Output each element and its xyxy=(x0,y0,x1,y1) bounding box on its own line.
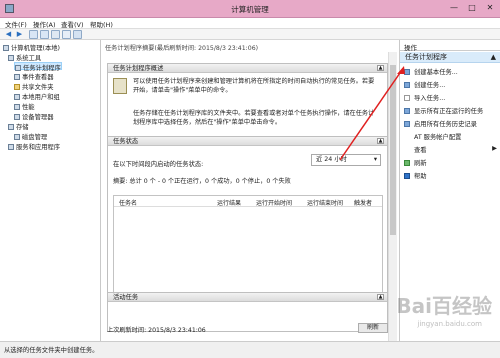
menu-bar: 文件(F) 操作(A) 查看(V) 帮助(H) xyxy=(0,18,500,29)
tree-disk-management[interactable]: 磁盘管理 xyxy=(14,132,47,141)
show-hide-tree-icon[interactable] xyxy=(40,30,49,39)
action-at-service[interactable]: AT 服务帐户配置 xyxy=(404,132,461,141)
tree-root[interactable]: 计算机管理(本地) xyxy=(3,43,60,52)
action-show-running[interactable]: 显示所有正在运行的任务 xyxy=(404,106,483,115)
tree-storage[interactable]: 存储 xyxy=(8,122,29,131)
menu-help[interactable]: 帮助(H) xyxy=(90,19,113,29)
overview-text-1: 可以使用任务计划程序来创建和管理计算机将在所指定的时间自动执行的常见任务。若要开… xyxy=(133,78,375,94)
action-import-task[interactable]: 导入任务... xyxy=(404,93,445,102)
tree-services[interactable]: 服务和应用程序 xyxy=(8,142,60,151)
import-icon xyxy=(404,95,410,101)
clock-task-icon xyxy=(113,78,127,94)
status-section: 任务状态 ▲ 在以下时间段内启动的任务状态: 近 24 小时 ▾ 摘要: 总计 0 … xyxy=(107,136,388,304)
menu-view[interactable]: 查看(V) xyxy=(61,19,84,29)
console-tree: 计算机管理(本地) 系统工具 任务计划程序 事件查看器 共享文件夹 本地用户和组… xyxy=(0,40,101,341)
back-icon[interactable]: ◀ xyxy=(4,30,13,39)
event-icon xyxy=(14,74,20,80)
title-bar: 计算机管理 — □ ✕ xyxy=(0,0,500,18)
status-summary: 摘要: 总计 0 个 - 0 个正在运行，0 个成功，0 个停止，0 个失败 xyxy=(113,178,291,185)
clock-icon xyxy=(15,65,21,71)
period-select[interactable]: 近 24 小时 ▾ xyxy=(311,154,381,166)
running-tasks-icon xyxy=(404,108,410,114)
action-create-basic-task[interactable]: 创建基本任务... xyxy=(404,67,458,76)
task-table: 任务名 运行结果 运行开始时间 运行结束时间 触发者 xyxy=(113,195,383,301)
status-period-label: 在以下时间段内启动的任务状态: xyxy=(113,161,204,168)
tree-performance[interactable]: 性能 xyxy=(14,102,35,111)
status-header[interactable]: 任务状态 ▲ xyxy=(108,137,387,146)
tools-icon xyxy=(8,55,14,61)
computer-icon xyxy=(3,45,9,51)
refresh-button[interactable]: 刷新 xyxy=(358,323,388,333)
toolbar: ◀ ▶ xyxy=(0,29,500,40)
col-result[interactable]: 运行结果 xyxy=(217,198,241,207)
minimize-button[interactable]: — xyxy=(446,2,462,14)
create-task-icon xyxy=(404,82,410,88)
menu-action[interactable]: 操作(A) xyxy=(33,19,56,29)
services-icon xyxy=(8,144,14,150)
maximize-button[interactable]: □ xyxy=(464,2,480,14)
history-icon xyxy=(404,121,410,127)
center-pane: 任务计划程序摘要(最后刷新时间: 2015/8/3 23:41:06) 任务计划… xyxy=(102,40,398,341)
action-refresh[interactable]: 刷新 xyxy=(404,158,427,167)
action-view[interactable]: 查看 ▶ xyxy=(404,145,497,154)
chevron-down-icon: ▾ xyxy=(373,156,377,163)
summary-header: 任务计划程序摘要(最后刷新时间: 2015/8/3 23:41:06) xyxy=(105,45,259,52)
overview-text-2: 任务存储在任务计划程序库的文件夹中。若要查看或者对单个任务执行操作，请在任务计划… xyxy=(133,110,375,126)
actions-header: 操作 xyxy=(400,42,500,52)
device-icon xyxy=(14,114,20,120)
action-enable-history[interactable]: 启用所有任务历史记录 xyxy=(404,119,477,128)
help-icon[interactable] xyxy=(62,30,71,39)
create-basic-task-icon xyxy=(404,69,410,75)
caret-up-icon: ▲ xyxy=(490,53,496,61)
close-button[interactable]: ✕ xyxy=(482,2,498,14)
blank-icon xyxy=(404,147,410,153)
folder-icon xyxy=(14,84,20,90)
tree-task-scheduler[interactable]: 任务计划程序 xyxy=(14,62,62,72)
watermark-logo: Bai百经验 xyxy=(396,294,492,318)
col-end-time[interactable]: 运行结束时间 xyxy=(307,198,343,207)
tree-device-manager[interactable]: 设备管理器 xyxy=(14,112,53,121)
collapse-icon[interactable]: ▲ xyxy=(377,138,384,144)
collapse-icon[interactable]: ▲ xyxy=(377,65,384,71)
tree-local-users[interactable]: 本地用户和组 xyxy=(14,92,60,101)
status-bar: 从选择的任务文件夹中创建任务。 xyxy=(0,341,500,358)
submenu-arrow-icon: ▶ xyxy=(492,145,497,152)
window-title: 计算机管理 xyxy=(231,5,269,14)
properties-icon[interactable] xyxy=(51,30,60,39)
overview-header[interactable]: 任务计划程序概述 ▲ xyxy=(108,64,387,73)
tree-event-viewer[interactable]: 事件查看器 xyxy=(14,72,53,81)
col-task-name[interactable]: 任务名 xyxy=(119,198,137,207)
action-help[interactable]: 帮助 xyxy=(404,171,427,180)
col-trigger[interactable]: 触发者 xyxy=(354,198,372,207)
scroll-thumb[interactable] xyxy=(390,65,396,235)
tree-system-tools[interactable]: 系统工具 xyxy=(8,53,41,62)
action-create-task[interactable]: 创建任务... xyxy=(404,80,445,89)
performance-icon xyxy=(14,104,20,110)
table-header: 任务名 运行结果 运行开始时间 运行结束时间 触发者 xyxy=(114,196,382,207)
col-start-time[interactable]: 运行开始时间 xyxy=(256,198,292,207)
users-icon xyxy=(14,94,20,100)
active-header[interactable]: 活动任务 ▲ xyxy=(108,293,387,302)
watermark-url: jingyan.baidu.com xyxy=(417,320,482,328)
disk-icon xyxy=(14,134,20,140)
last-refresh-label: 上次刷新时间: 2015/8/3 23:41:06 xyxy=(107,327,206,334)
collapse-icon[interactable]: ▲ xyxy=(377,294,384,300)
tree-shared-folders[interactable]: 共享文件夹 xyxy=(14,82,53,91)
actions-section-header[interactable]: 任务计划程序 ▲ xyxy=(400,52,500,63)
blank-icon xyxy=(404,134,410,140)
menu-file[interactable]: 文件(F) xyxy=(5,19,27,29)
storage-icon xyxy=(8,124,14,130)
refresh-icon xyxy=(404,160,410,166)
up-folder-icon[interactable] xyxy=(29,30,38,39)
help-icon xyxy=(404,173,410,179)
pane-icon[interactable] xyxy=(73,30,82,39)
forward-icon[interactable]: ▶ xyxy=(15,30,24,39)
